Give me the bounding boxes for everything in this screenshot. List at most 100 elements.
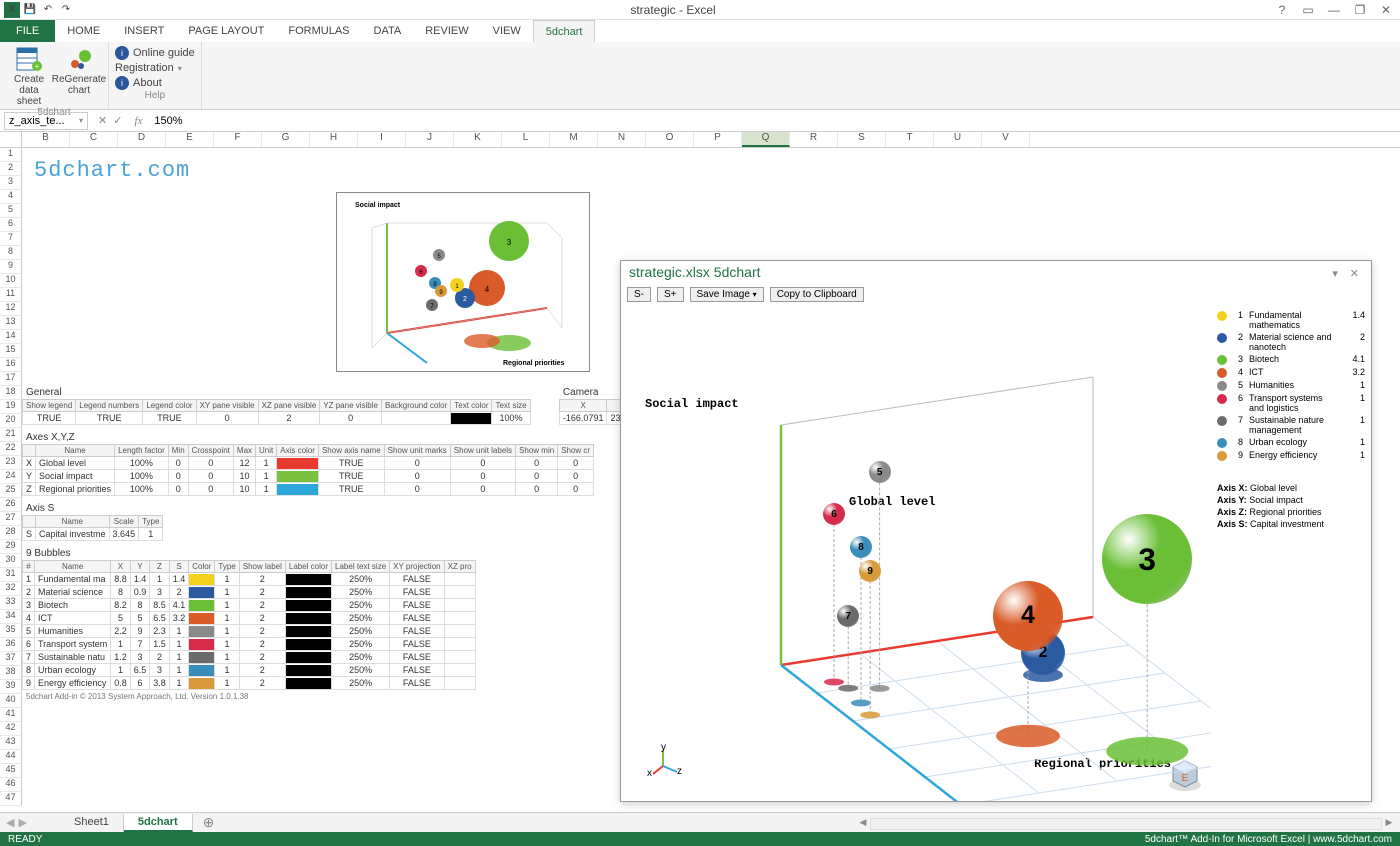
row-header[interactable]: 6 bbox=[0, 218, 22, 232]
row-header[interactable]: 45 bbox=[0, 764, 22, 778]
legend-item[interactable]: 5Humanities1 bbox=[1217, 379, 1365, 392]
row-header[interactable]: 12 bbox=[0, 302, 22, 316]
help-icon[interactable]: ? bbox=[1272, 3, 1292, 17]
ribbon-tab-insert[interactable]: INSERT bbox=[112, 20, 176, 42]
tab-nav-prev-icon[interactable]: ◀ bbox=[6, 816, 14, 829]
column-header[interactable]: B bbox=[22, 132, 70, 147]
row-header[interactable]: 22 bbox=[0, 442, 22, 456]
brand-link[interactable]: 5dchart.com bbox=[34, 158, 190, 183]
row-header[interactable]: 36 bbox=[0, 638, 22, 652]
axis-s-table[interactable]: NameScaleTypeSCapital investme3.6451 bbox=[22, 515, 163, 541]
bubble-chart-3d[interactable]: Social impact Global level Regional prio… bbox=[621, 305, 1211, 801]
minimize-icon[interactable]: — bbox=[1324, 3, 1344, 17]
column-header[interactable]: V bbox=[982, 132, 1030, 147]
ribbon-collapse-icon[interactable]: ▭ bbox=[1298, 3, 1318, 17]
row-header[interactable]: 33 bbox=[0, 596, 22, 610]
row-header[interactable]: 41 bbox=[0, 708, 22, 722]
row-header[interactable]: 28 bbox=[0, 526, 22, 540]
sheet-tab[interactable]: 5dchart bbox=[124, 814, 193, 832]
row-header[interactable]: 15 bbox=[0, 344, 22, 358]
legend-item[interactable]: 9Energy efficiency1 bbox=[1217, 449, 1365, 462]
row-header[interactable]: 42 bbox=[0, 722, 22, 736]
maximize-icon[interactable]: ❐ bbox=[1350, 3, 1370, 17]
row-header[interactable]: 20 bbox=[0, 414, 22, 428]
row-header[interactable]: 21 bbox=[0, 428, 22, 442]
legend-item[interactable]: 4ICT3.2 bbox=[1217, 366, 1365, 379]
row-header[interactable]: 3 bbox=[0, 176, 22, 190]
bubble-8[interactable]: 8 bbox=[850, 536, 872, 558]
row-header[interactable]: 38 bbox=[0, 666, 22, 680]
bubble-5[interactable]: 5 bbox=[869, 461, 891, 483]
qa-undo-icon[interactable]: ↶ bbox=[40, 2, 56, 18]
save-image-button[interactable]: Save Image ▾ bbox=[690, 287, 764, 302]
row-header[interactable]: 44 bbox=[0, 750, 22, 764]
create-data-sheet-button[interactable]: + Create data sheet bbox=[6, 44, 52, 107]
column-header[interactable]: K bbox=[454, 132, 502, 147]
panel-close-icon[interactable]: ✕ bbox=[1346, 268, 1363, 280]
row-header[interactable]: 4 bbox=[0, 190, 22, 204]
column-header[interactable]: I bbox=[358, 132, 406, 147]
column-header[interactable]: S bbox=[838, 132, 886, 147]
row-header[interactable]: 13 bbox=[0, 316, 22, 330]
tab-nav-next-icon[interactable]: ▶ bbox=[18, 816, 26, 829]
row-header[interactable]: 8 bbox=[0, 246, 22, 260]
column-header[interactable]: E bbox=[166, 132, 214, 147]
sheet-tab[interactable]: Sheet1 bbox=[60, 814, 124, 832]
column-header[interactable]: Q bbox=[742, 132, 790, 147]
row-header[interactable]: 32 bbox=[0, 582, 22, 596]
legend-item[interactable]: 6Transport systems and logistics1 bbox=[1217, 392, 1365, 414]
row-header[interactable]: 7 bbox=[0, 232, 22, 246]
row-header[interactable]: 31 bbox=[0, 568, 22, 582]
scale-plus-button[interactable]: S+ bbox=[657, 287, 684, 302]
row-header[interactable]: 11 bbox=[0, 288, 22, 302]
ribbon-tab-data[interactable]: DATA bbox=[362, 20, 414, 42]
column-header[interactable]: H bbox=[310, 132, 358, 147]
ribbon-tab-view[interactable]: VIEW bbox=[481, 20, 533, 42]
column-header[interactable]: L bbox=[502, 132, 550, 147]
general-table[interactable]: Show legendLegend numbersLegend colorXY … bbox=[22, 399, 531, 425]
panel-dropdown-icon[interactable]: ▾ bbox=[1328, 268, 1342, 280]
column-header[interactable]: R bbox=[790, 132, 838, 147]
bubble-3[interactable]: 3 bbox=[1102, 514, 1192, 604]
row-header[interactable]: 24 bbox=[0, 470, 22, 484]
formula-value[interactable]: 150% bbox=[148, 115, 188, 127]
row-header[interactable]: 47 bbox=[0, 792, 22, 806]
row-header[interactable]: 43 bbox=[0, 736, 22, 750]
row-header[interactable]: 17 bbox=[0, 372, 22, 386]
legend-item[interactable]: 2Material science and nanotech2 bbox=[1217, 331, 1365, 353]
legend-item[interactable]: 7Sustainable nature management1 bbox=[1217, 414, 1365, 436]
bubbles-table[interactable]: #NameXYZSColorTypeShow labelLabel colorL… bbox=[22, 560, 476, 690]
row-header[interactable]: 23 bbox=[0, 456, 22, 470]
legend-item[interactable]: 1Fundamental mathematics1.4 bbox=[1217, 309, 1365, 331]
column-header[interactable]: O bbox=[646, 132, 694, 147]
row-header[interactable]: 1 bbox=[0, 148, 22, 162]
ribbon-tab-formulas[interactable]: FORMULAS bbox=[276, 20, 361, 42]
column-header[interactable]: D bbox=[118, 132, 166, 147]
scale-minus-button[interactable]: S- bbox=[627, 287, 651, 302]
ribbon-tab-5dchart[interactable]: 5dchart bbox=[533, 20, 596, 42]
accept-formula-icon[interactable]: ✓ bbox=[113, 114, 122, 127]
row-header[interactable]: 40 bbox=[0, 694, 22, 708]
column-header[interactable]: U bbox=[934, 132, 982, 147]
cancel-formula-icon[interactable]: ✕ bbox=[98, 114, 107, 127]
row-header[interactable]: 27 bbox=[0, 512, 22, 526]
row-header[interactable]: 16 bbox=[0, 358, 22, 372]
name-box[interactable]: z_axis_te...▾ bbox=[4, 112, 88, 130]
column-header[interactable]: N bbox=[598, 132, 646, 147]
row-header[interactable]: 30 bbox=[0, 554, 22, 568]
ribbon-tab-page-layout[interactable]: PAGE LAYOUT bbox=[176, 20, 276, 42]
row-header[interactable]: 2 bbox=[0, 162, 22, 176]
row-header[interactable]: 10 bbox=[0, 274, 22, 288]
row-header[interactable]: 5 bbox=[0, 204, 22, 218]
column-header[interactable]: G bbox=[262, 132, 310, 147]
legend-item[interactable]: 8Urban ecology1 bbox=[1217, 436, 1365, 449]
qa-save-icon[interactable]: 💾 bbox=[22, 2, 38, 18]
row-header[interactable]: 29 bbox=[0, 540, 22, 554]
fx-icon[interactable]: fx bbox=[128, 115, 148, 127]
column-header[interactable]: J bbox=[406, 132, 454, 147]
row-header[interactable]: 14 bbox=[0, 330, 22, 344]
legend-item[interactable]: 3Biotech4.1 bbox=[1217, 353, 1365, 366]
bubble-4[interactable]: 4 bbox=[993, 581, 1063, 651]
about-link[interactable]: iAbout bbox=[115, 76, 195, 90]
row-header[interactable]: 39 bbox=[0, 680, 22, 694]
